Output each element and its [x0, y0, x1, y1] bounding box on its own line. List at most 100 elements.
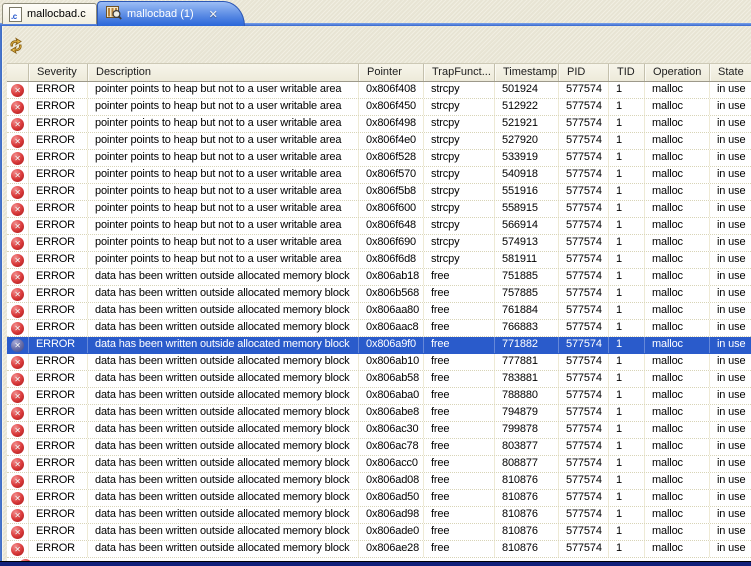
table-row[interactable]: ✕ERRORpointer points to heap but not to … — [7, 184, 751, 201]
cell-description: pointer points to heap but not to a user… — [88, 133, 359, 149]
table-row[interactable]: ✕ERRORdata has been written outside allo… — [7, 507, 751, 524]
cell-tid: 1 — [609, 150, 645, 166]
column-header-pointer[interactable]: Pointer — [359, 64, 424, 81]
cell-icon: ✕ — [7, 218, 29, 234]
table-row[interactable]: ✕ERRORpointer points to heap but not to … — [7, 150, 751, 167]
column-header-pid[interactable]: PID — [559, 64, 609, 81]
cell-description: data has been written outside allocated … — [88, 422, 359, 438]
cell-icon: ✕ — [7, 337, 29, 353]
cell-operation: malloc — [645, 99, 710, 115]
table-row[interactable]: ✕ERRORdata has been written outside allo… — [7, 473, 751, 490]
cell-pid: 577574 — [559, 133, 609, 149]
cell-trap: free — [424, 541, 495, 557]
table-row[interactable]: ✕ERRORpointer points to heap but not to … — [7, 167, 751, 184]
cell-icon: ✕ — [7, 371, 29, 387]
sync-arrows-icon[interactable] — [7, 37, 26, 60]
cell-trap: strcpy — [424, 184, 495, 200]
cell-tid: 1 — [609, 524, 645, 540]
cell-state: in use — [710, 286, 751, 302]
table-row[interactable]: ✕ERRORdata has been written outside allo… — [7, 541, 751, 558]
cell-tid: 1 — [609, 82, 645, 98]
close-icon[interactable]: ✕ — [209, 8, 218, 21]
table-row[interactable]: ✕ERRORpointer points to heap but not to … — [7, 133, 751, 150]
cell-operation: malloc — [645, 422, 710, 438]
table-row[interactable]: ✕ERRORdata has been written outside allo… — [7, 320, 751, 337]
table-row[interactable]: ✕ERRORdata has been written outside allo… — [7, 354, 751, 371]
tab-mallocbad-c[interactable]: .c mallocbad.c — [2, 3, 97, 24]
cell-operation: malloc — [645, 184, 710, 200]
table-row[interactable]: ✕ERRORpointer points to heap but not to … — [7, 218, 751, 235]
cell-icon: ✕ — [7, 150, 29, 166]
table-row[interactable]: ✕ERRORdata has been written outside allo… — [7, 303, 751, 320]
table-row[interactable]: ✕ERRORpointer points to heap but not to … — [7, 99, 751, 116]
tab-label: mallocbad.c — [27, 8, 86, 20]
cell-tid: 1 — [609, 167, 645, 183]
cell-icon: ✕ — [7, 541, 29, 557]
table-row[interactable]: ✕ERRORdata has been written outside allo… — [7, 524, 751, 541]
cell-pointer: 0x806f4e0 — [359, 133, 424, 149]
cell-pointer: 0x806ad50 — [359, 490, 424, 506]
cell-tid: 1 — [609, 269, 645, 285]
table-row[interactable]: ✕ERRORdata has been written outside allo… — [7, 371, 751, 388]
table-row[interactable]: ✕ERRORdata has been written outside allo… — [7, 490, 751, 507]
cell-description: data has been written outside allocated … — [88, 524, 359, 540]
cell-operation: malloc — [645, 439, 710, 455]
cell-pointer: 0x806f498 — [359, 116, 424, 132]
cell-icon: ✕ — [7, 439, 29, 455]
cell-state: in use — [710, 507, 751, 523]
tab-mallocbad-session[interactable]: mallocbad (1) ✕ — [97, 1, 245, 26]
table-row[interactable]: ✕ERRORdata has been written outside allo… — [7, 456, 751, 473]
cell-state: in use — [710, 116, 751, 132]
cell-state: in use — [710, 439, 751, 455]
table-row[interactable]: ✕ERRORpointer points to heap but not to … — [7, 201, 751, 218]
cell-pointer: 0x806ad08 — [359, 473, 424, 489]
table-row[interactable]: ✕ERRORdata has been written outside allo… — [7, 439, 751, 456]
cell-timestamp: 581911 — [495, 252, 559, 268]
table-row[interactable]: ✕ERRORdata has been written outside allo… — [7, 422, 751, 439]
table-row[interactable]: ✕ERRORdata has been written outside allo… — [7, 388, 751, 405]
column-header-operation[interactable]: Operation — [645, 64, 710, 81]
table-row[interactable]: ✕ERRORdata has been written outside allo… — [7, 269, 751, 286]
column-header-trapfunct[interactable]: TrapFunct... — [424, 64, 495, 81]
cell-state: in use — [710, 303, 751, 319]
cell-icon: ✕ — [7, 388, 29, 404]
cell-timestamp: 766883 — [495, 320, 559, 336]
column-header-tid[interactable]: TID — [609, 64, 645, 81]
column-header-icon[interactable] — [7, 64, 29, 81]
cell-pointer: 0x806acc0 — [359, 456, 424, 472]
cell-trap: strcpy — [424, 201, 495, 217]
table-row[interactable]: ✕ERRORpointer points to heap but not to … — [7, 116, 751, 133]
cell-pid: 577574 — [559, 524, 609, 540]
cell-icon: ✕ — [7, 82, 29, 98]
cell-pointer: 0x806ab58 — [359, 371, 424, 387]
column-header-severity[interactable]: Severity — [29, 64, 88, 81]
error-icon: ✕ — [11, 220, 24, 233]
column-header-state[interactable]: State — [710, 64, 751, 81]
cell-description: data has been written outside allocated … — [88, 405, 359, 421]
table-row[interactable]: ✕ERRORpointer points to heap but not to … — [7, 82, 751, 99]
cell-state: in use — [710, 388, 751, 404]
table-row[interactable]: ✕ERRORpointer points to heap but not to … — [7, 235, 751, 252]
table-row[interactable]: ✕ERRORdata has been written outside allo… — [7, 337, 751, 354]
cell-pid: 577574 — [559, 439, 609, 455]
cell-description: pointer points to heap but not to a user… — [88, 201, 359, 217]
table-row[interactable]: ✕ERRORdata has been written outside allo… — [7, 286, 751, 303]
cell-severity: ERROR — [29, 133, 88, 149]
cell-description: pointer points to heap but not to a user… — [88, 99, 359, 115]
cell-operation: malloc — [645, 116, 710, 132]
cell-icon: ✕ — [7, 184, 29, 200]
cell-severity: ERROR — [29, 354, 88, 370]
column-header-timestamp[interactable]: Timestamp — [495, 64, 559, 81]
table-row[interactable]: ✕ERRORdata has been written outside allo… — [7, 405, 751, 422]
cell-state: in use — [710, 422, 751, 438]
error-icon: ✕ — [11, 407, 24, 420]
table-row[interactable]: ✕ERRORpointer points to heap but not to … — [7, 252, 751, 269]
error-icon: ✕ — [11, 492, 24, 505]
error-icon: ✕ — [11, 186, 24, 199]
cell-severity: ERROR — [29, 524, 88, 540]
column-header-description[interactable]: Description — [88, 64, 359, 81]
cell-timestamp: 551916 — [495, 184, 559, 200]
cell-pid: 577574 — [559, 201, 609, 217]
cell-trap: free — [424, 371, 495, 387]
cell-pid: 577574 — [559, 184, 609, 200]
